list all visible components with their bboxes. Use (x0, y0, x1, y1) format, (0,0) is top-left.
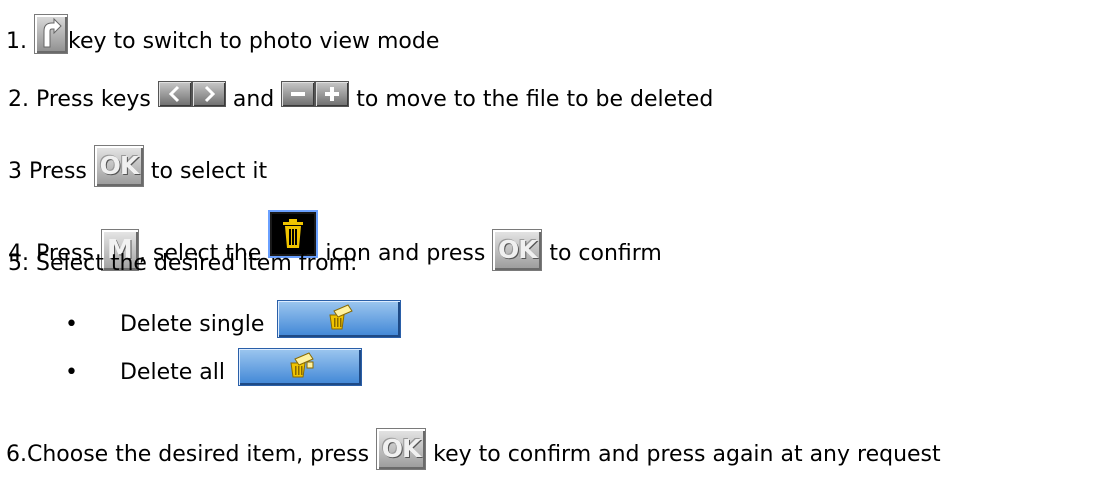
option-delete-all: • Delete all (65, 348, 362, 387)
right-arrow-key-icon (191, 81, 226, 107)
step-6-suffix: key to confirm and press again at any re… (433, 442, 941, 467)
ok-key-icon: OK (93, 145, 144, 187)
option-label: Delete all (119, 360, 225, 385)
delete-single-icon (277, 300, 402, 338)
step-6-prefix: 6.Choose the desired item, press (6, 442, 370, 467)
bullet: • (65, 312, 78, 337)
step-5-text: 5. Select the desired item from: (8, 251, 358, 276)
step-6: 6.Choose the desired item, press OK key … (6, 428, 941, 470)
step-1: 1. key to switch to photo view mode (6, 14, 439, 56)
step-2-suffix: to move to the file to be deleted (356, 87, 714, 112)
bullet: • (65, 360, 78, 385)
step-1-text: key to switch to photo view mode (68, 29, 440, 54)
plus-key-icon (315, 81, 350, 107)
delete-all-icon (237, 348, 362, 386)
step-2: 2. Press keys and to move to the file to… (8, 81, 713, 114)
step-3-prefix: 3 Press (8, 159, 87, 184)
step-1-number: 1. (6, 29, 27, 54)
ok-key-icon: OK (492, 229, 543, 271)
step-2-prefix: 2. Press keys (8, 87, 151, 112)
step-3: 3 Press OK to select it (8, 145, 267, 187)
step-4-suffix: to confirm (549, 241, 662, 266)
minus-key-icon (281, 81, 316, 107)
option-label: Delete single (119, 312, 265, 337)
step-3-suffix: to select it (150, 159, 268, 184)
option-delete-single: • Delete single (65, 300, 402, 339)
left-arrow-key-icon (157, 81, 192, 107)
step-2-and: and (232, 87, 275, 112)
step-5: 5. Select the desired item from: (8, 250, 357, 278)
ok-key-icon: OK (376, 428, 427, 470)
back-arrow-key-icon (34, 14, 68, 54)
